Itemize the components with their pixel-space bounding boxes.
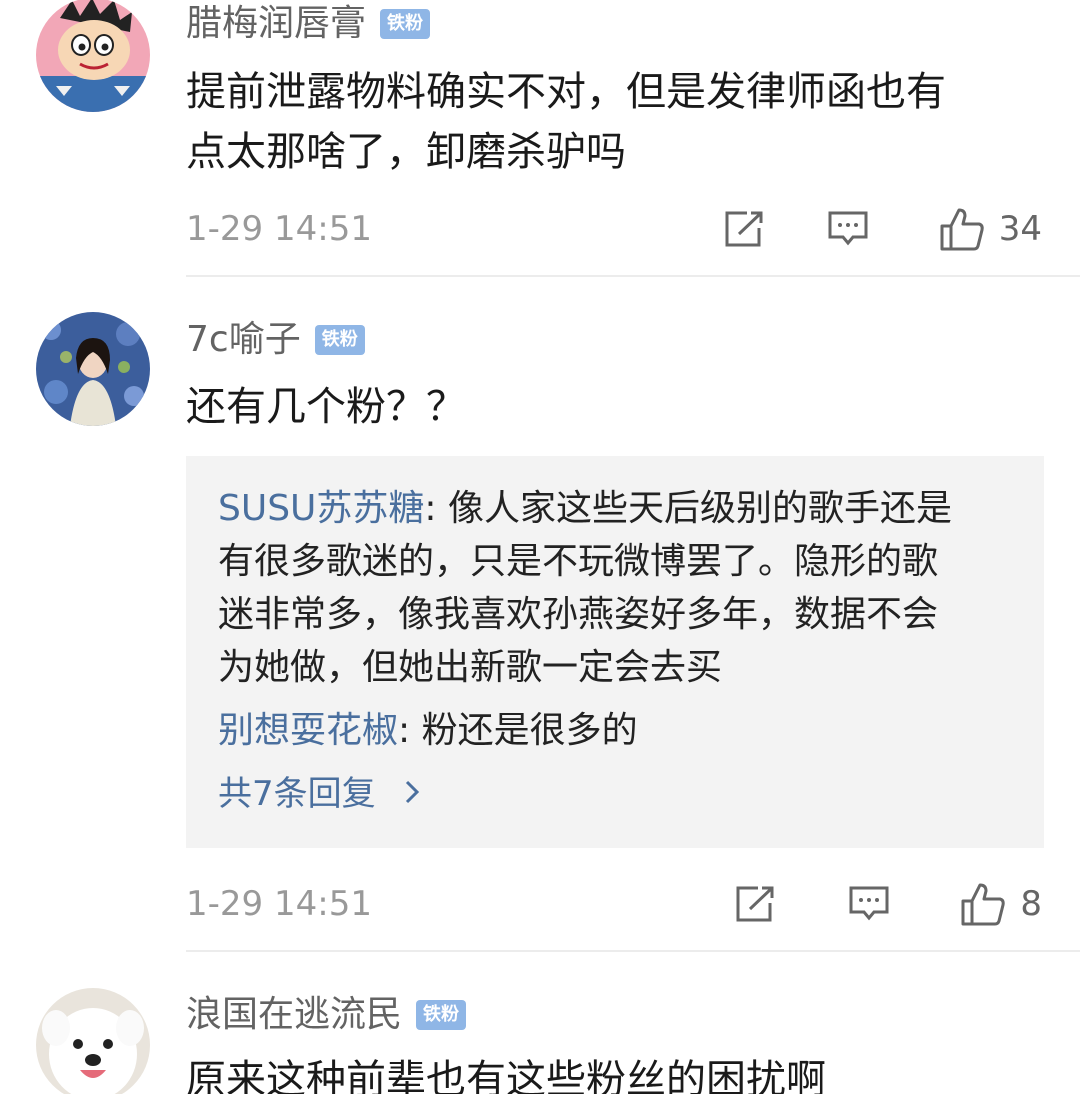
cartoon-boy-avatar[interactable] [36,0,150,112]
reply-separator: : [398,710,422,751]
comment-feed: 腊梅润唇膏 铁粉 提前泄露物料确实不对，但是发律师函也有 点太那啥了，卸磨杀驴吗… [0,0,1080,1094]
comment-meta: 1-29 14:51 [186,204,1042,254]
share-button[interactable] [723,210,765,248]
comment-text-line: 提前泄露物料确实不对，但是发律师函也有 [186,69,946,115]
reply-author[interactable]: SUSU苏苏糖 [218,488,424,529]
share-icon [736,886,774,922]
reply-button[interactable] [827,210,869,248]
username[interactable]: 腊梅润唇膏 [186,2,366,46]
comment-icon [849,886,889,921]
comment-text: 还有几个粉？？ [186,384,466,430]
fan-badge[interactable]: 铁粉 [416,1000,467,1030]
comment-time: 1-29 14:51 [186,884,372,924]
reply-author[interactable]: 别想耍花椒 [218,710,398,751]
username[interactable]: 浪国在逃流民 [186,993,402,1037]
reply-separator: : [424,488,448,529]
chevron-right-icon [404,769,420,819]
divider [186,950,1080,952]
username[interactable]: 7c喻子 [186,318,301,362]
thumbs-up-icon [940,208,984,251]
comment-icon [828,211,868,246]
dog-photo-avatar[interactable] [36,988,150,1094]
reply-button[interactable] [848,885,890,923]
comment-time: 1-29 14:51 [186,209,372,249]
comment-meta: 1-29 14:51 [186,879,1042,929]
share-button[interactable] [734,885,776,923]
like-button[interactable]: 8 [960,881,1042,927]
divider [186,275,1080,277]
fan-badge[interactable]: 铁粉 [380,9,431,39]
like-count: 34 [998,209,1042,249]
reply-text: 迷非常多，像我喜欢孙燕姿好多年，数据不会 [218,594,939,635]
girl-photo-avatar[interactable] [36,312,150,426]
comment-text: 原来这种前辈也有这些粉丝的困扰啊 [186,1057,826,1094]
like-count: 8 [1020,884,1042,924]
reply-item: 别想耍花椒: 粉还是很多的 [218,704,1016,757]
comment-text-line: 点太那啥了，卸磨杀驴吗 [186,129,626,175]
comment-actions: 34 [723,206,1042,252]
view-more-replies-link[interactable]: 共7条回复 [218,769,1016,819]
more-replies-label: 共7条回复 [218,774,376,814]
comment-actions: 8 [734,881,1042,927]
reply-preview-box[interactable]: SUSU苏苏糖: 像人家这些天后级别的歌手还是 有很多歌迷的，只是不玩微博罢了。… [186,456,1044,848]
share-icon [725,211,763,247]
like-button[interactable]: 34 [939,206,1042,252]
reply-text: 为她做，但她出新歌一定会去买 [218,647,723,688]
comment-text: 提前泄露物料确实不对，但是发律师函也有 点太那啥了，卸磨杀驴吗 [186,62,1056,182]
fan-badge[interactable]: 铁粉 [314,325,365,355]
reply-text: 粉还是很多的 [421,710,638,751]
reply-item: SUSU苏苏糖: 像人家这些天后级别的歌手还是 有很多歌迷的，只是不玩微博罢了。… [218,482,1016,694]
thumbs-up-icon [961,883,1006,926]
reply-text: 有很多歌迷的，只是不玩微博罢了。隐形的歌 [218,541,939,582]
reply-text: 像人家这些天后级别的歌手还是 [447,488,952,529]
